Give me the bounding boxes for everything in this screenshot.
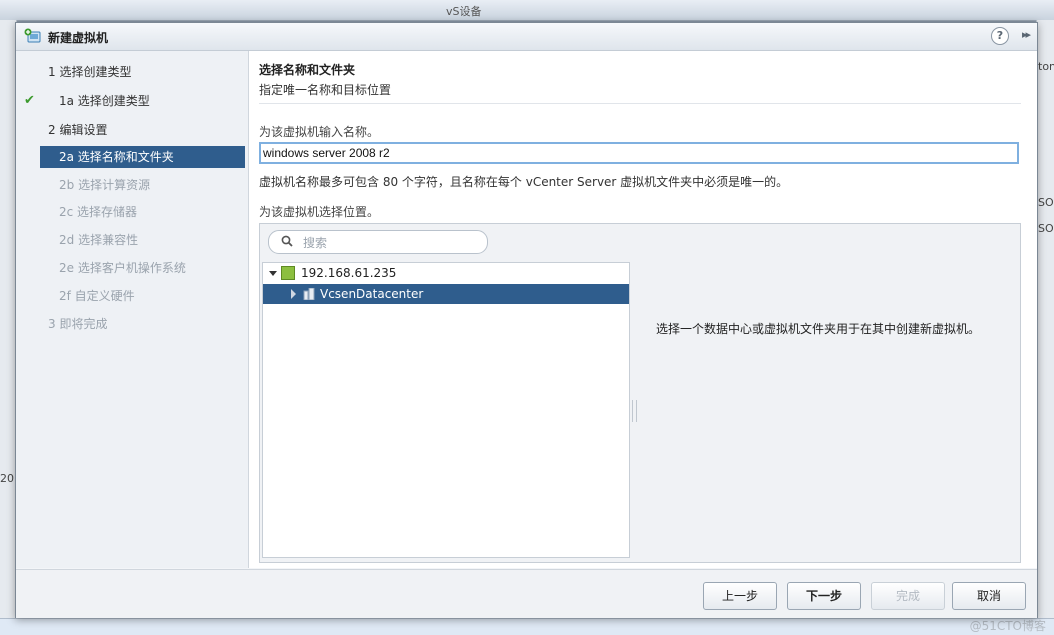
background-right-panel: ton SO SO: [1036, 20, 1054, 620]
new-vm-icon: [24, 28, 41, 43]
background-topbar: vS设备: [0, 0, 1054, 21]
divider: [259, 103, 1021, 104]
location-panel: 搜索 192.168.61.235 VcsenDatacenter 选择一个数据…: [259, 223, 1021, 563]
datacenter-icon: [303, 288, 315, 300]
collapse-toggle-icon[interactable]: [291, 289, 296, 299]
nav-step-3[interactable]: 3 即将完成: [16, 313, 248, 335]
dialog-footer: 上一步 下一步 完成 取消: [16, 569, 1037, 618]
nav-item-label: 2f 自定义硬件: [59, 289, 135, 303]
tree-node-label: VcsenDatacenter: [320, 287, 424, 301]
watermark: @51CTO博客: [969, 619, 1046, 633]
tree-node-label: 192.168.61.235: [301, 266, 397, 280]
wizard-steps-nav: 1 选择创建类型 ✔ 1a 选择创建类型 2 编辑设置 2a 选择名称和文件夹 …: [16, 51, 249, 568]
nav-item-label: 2d 选择兼容性: [59, 233, 139, 247]
background-statusbar: @51CTO博客: [0, 618, 1054, 635]
nav-step-1[interactable]: 1 选择创建类型: [16, 61, 248, 83]
nav-item-label: 2c 选择存储器: [59, 205, 138, 219]
nav-step-2a[interactable]: 2a 选择名称和文件夹: [40, 146, 245, 168]
finish-button[interactable]: 完成: [871, 582, 945, 610]
cancel-button[interactable]: 取消: [952, 582, 1026, 610]
tree-node-host[interactable]: 192.168.61.235: [263, 263, 629, 283]
new-vm-dialog: 新建虚拟机 ? ▸▸ 1 选择创建类型 ✔ 1a 选择创建类型 2 编辑设置 2…: [15, 22, 1038, 618]
dialog-titlebar[interactable]: 新建虚拟机 ? ▸▸: [16, 23, 1037, 51]
nav-step-2b[interactable]: 2b 选择计算资源: [16, 174, 248, 196]
wizard-content: 选择名称和文件夹 指定唯一名称和目标位置 为该虚拟机输入名称。 虚拟机名称最多可…: [249, 51, 1037, 568]
inventory-tree: 192.168.61.235 VcsenDatacenter: [262, 262, 630, 558]
nav-item-label: 1 选择创建类型: [48, 65, 132, 79]
vcenter-icon: [281, 266, 295, 280]
background-right-text: ton: [1038, 60, 1054, 73]
vm-name-hint: 虚拟机名称最多可包含 80 个字符，且名称在每个 vCenter Server …: [259, 175, 789, 189]
search-placeholder: 搜索: [303, 236, 328, 250]
back-button[interactable]: 上一步: [703, 582, 777, 610]
nav-step-2c[interactable]: 2c 选择存储器: [16, 201, 248, 223]
background-right-text: SO: [1038, 222, 1054, 235]
nav-step-2e[interactable]: 2e 选择客户机操作系统: [16, 257, 248, 279]
nav-step-2f[interactable]: 2f 自定义硬件: [16, 285, 248, 307]
search-icon: [281, 235, 293, 247]
check-icon: ✔: [24, 93, 35, 108]
help-icon[interactable]: ?: [991, 27, 1009, 45]
vm-name-label: 为该虚拟机输入名称。: [259, 125, 380, 139]
nav-step-2[interactable]: 2 编辑设置: [16, 119, 248, 141]
expand-icon[interactable]: ▸▸: [1022, 28, 1031, 41]
search-input[interactable]: 搜索: [268, 230, 488, 254]
nav-item-label: 3 即将完成: [48, 317, 108, 331]
page-title: 选择名称和文件夹: [259, 63, 356, 77]
nav-step-2d[interactable]: 2d 选择兼容性: [16, 229, 248, 251]
location-info-message: 选择一个数据中心或虚拟机文件夹用于在其中创建新虚拟机。: [656, 322, 981, 336]
nav-item-label: 2 编辑设置: [48, 123, 108, 137]
location-label: 为该虚拟机选择位置。: [259, 205, 380, 219]
pane-splitter[interactable]: [632, 400, 637, 422]
nav-item-label: 2b 选择计算资源: [59, 178, 151, 192]
background-right-text: SO: [1038, 196, 1054, 209]
nav-step-1a[interactable]: ✔ 1a 选择创建类型: [16, 90, 248, 112]
next-button[interactable]: 下一步: [787, 582, 861, 610]
background-topbar-text: vS设备: [446, 5, 482, 18]
background-left-text: 20: [0, 472, 14, 485]
expand-toggle-icon[interactable]: [269, 271, 277, 276]
vm-name-input[interactable]: [259, 142, 1019, 164]
page-subtitle: 指定唯一名称和目标位置: [259, 83, 392, 97]
nav-item-label: 1a 选择创建类型: [59, 94, 150, 108]
nav-item-label: 2a 选择名称和文件夹: [59, 150, 174, 164]
dialog-title: 新建虚拟机: [48, 31, 109, 45]
nav-item-label: 2e 选择客户机操作系统: [59, 261, 186, 275]
location-info-pane: 选择一个数据中心或虚拟机文件夹用于在其中创建新虚拟机。: [640, 262, 1016, 556]
tree-node-datacenter[interactable]: VcsenDatacenter: [263, 284, 629, 304]
